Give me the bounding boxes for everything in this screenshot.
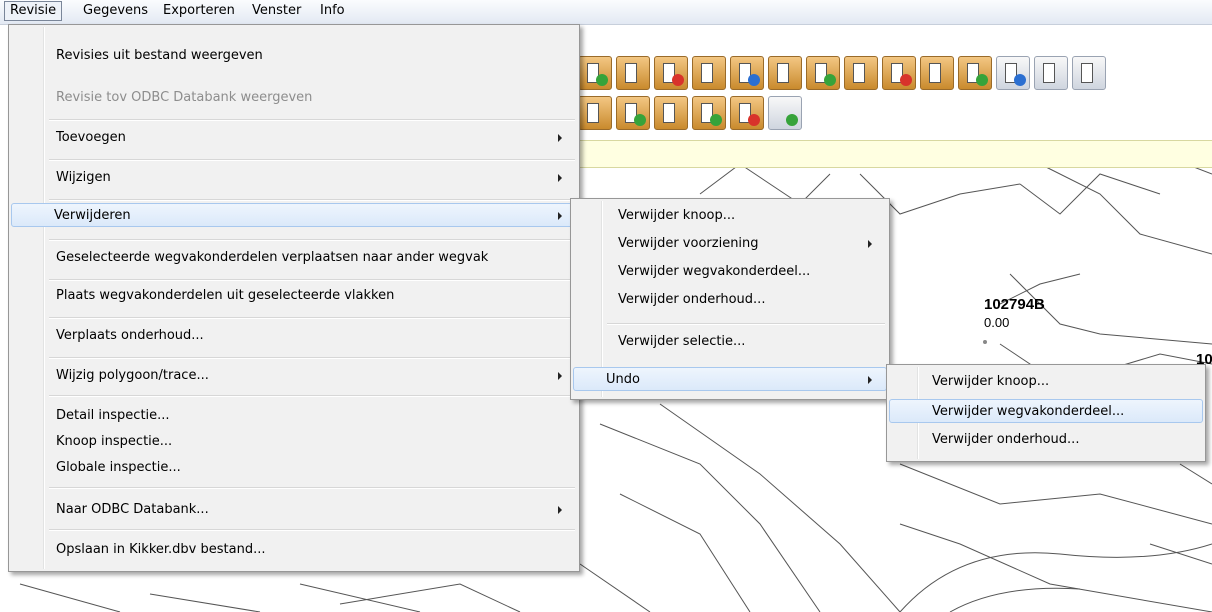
menu-item-toevoegen[interactable]: Toevoegen [11,125,577,149]
undo-item-verwijder-knoop[interactable]: Verwijder knoop... [889,369,1203,393]
area-tree-icon[interactable] [616,96,650,130]
toolbar-row-2 [578,96,802,130]
delete-node-icon[interactable] [654,56,688,90]
area-sign-icon[interactable] [654,96,688,130]
menu-item-revisies-uit-bestand[interactable]: Revisies uit bestand weergeven [11,43,577,67]
menu-revisie[interactable]: Revisie [4,1,63,21]
submenu-arrow-icon [868,240,872,248]
grid-key-icon[interactable] [1034,56,1068,90]
menu-item-opslaan-kikker[interactable]: Opslaan in Kikker.dbv bestand... [11,537,577,561]
toolbar-row-1 [578,56,1106,90]
menu-item-plaats-wegvakonderdelen[interactable]: Plaats wegvakonderdelen uit geselecteerd… [11,283,577,307]
submenu-arrow-icon [558,506,562,514]
submenu-arrow-icon [558,212,562,220]
submenu-item-verwijder-selectie[interactable]: Verwijder selectie... [573,329,887,353]
edit-node-icon[interactable] [616,56,650,90]
info-bar [578,140,1212,168]
add-node-icon[interactable] [578,56,612,90]
menu-item-globale-inspectie[interactable]: Globale inspectie... [11,455,577,479]
menu-item-wijzigen[interactable]: Wijzigen [11,165,577,189]
road-check-icon[interactable] [958,56,992,90]
node-value: 0.00 [984,315,1010,330]
menu-exporteren[interactable]: Exporteren [158,2,240,20]
submenu-arrow-icon [558,372,562,380]
revisie-menu: Revisies uit bestand weergeven Revisie t… [8,24,580,572]
road-delete-icon[interactable] [882,56,916,90]
undo-item-verwijder-onderhoud[interactable]: Verwijder onderhoud... [889,427,1203,451]
submenu-item-undo[interactable]: Undo [573,367,887,391]
road-key-icon[interactable] [768,56,802,90]
menu-item-revisie-tov-odbc[interactable]: Revisie tov ODBC Databank weergeven [11,85,577,109]
grid-info-icon[interactable] [996,56,1030,90]
submenu-item-verwijder-wegvakonderdeel[interactable]: Verwijder wegvakonderdeel... [573,259,887,283]
menu-info[interactable]: Info [315,2,350,20]
submenu-arrow-icon [868,376,872,384]
area-add-icon[interactable] [692,96,726,130]
undo-submenu: Verwijder knoop... Verwijder wegvakonder… [886,364,1206,462]
road-camera-icon[interactable] [920,56,954,90]
road-add-icon[interactable] [806,56,840,90]
verwijderen-submenu: Verwijder knoop... Verwijder voorziening… [570,198,890,400]
menu-item-naar-odbc-databank[interactable]: Naar ODBC Databank... [11,497,577,521]
road-edit-icon[interactable] [844,56,878,90]
node-label: 102794B [984,296,1045,313]
undo-item-verwijder-wegvakonderdeel[interactable]: Verwijder wegvakonderdeel... [889,399,1203,423]
submenu-arrow-icon [558,174,562,182]
road-info-icon[interactable] [730,56,764,90]
menu-item-verplaats-onderhoud[interactable]: Verplaats onderhoud... [11,323,577,347]
menu-item-knoop-inspectie[interactable]: Knoop inspectie... [11,429,577,453]
menu-item-detail-inspectie[interactable]: Detail inspectie... [11,403,577,427]
area-delete-icon[interactable] [730,96,764,130]
submenu-item-verwijder-onderhoud[interactable]: Verwijder onderhoud... [573,287,887,311]
menu-venster[interactable]: Venster [247,2,306,20]
menu-item-verplaatsen-naar-ander-wegvak[interactable]: Geselecteerde wegvakonderdelen verplaats… [11,245,577,269]
menu-gegevens[interactable]: Gegevens [78,2,153,20]
submenu-item-verwijder-knoop[interactable]: Verwijder knoop... [573,203,887,227]
pipe-add-icon[interactable] [768,96,802,130]
menu-item-wijzig-polygoon[interactable]: Wijzig polygoon/trace... [11,363,577,387]
menu-item-verwijderen[interactable]: Verwijderen [11,203,577,227]
submenu-item-verwijder-voorziening[interactable]: Verwijder voorziening [573,231,887,255]
menu-bar: Revisie Gegevens Exporteren Venster Info [0,0,1212,25]
node-camera-icon[interactable] [692,56,726,90]
area-edit-icon[interactable] [578,96,612,130]
submenu-arrow-icon [558,134,562,142]
grid-edit-icon[interactable] [1072,56,1106,90]
